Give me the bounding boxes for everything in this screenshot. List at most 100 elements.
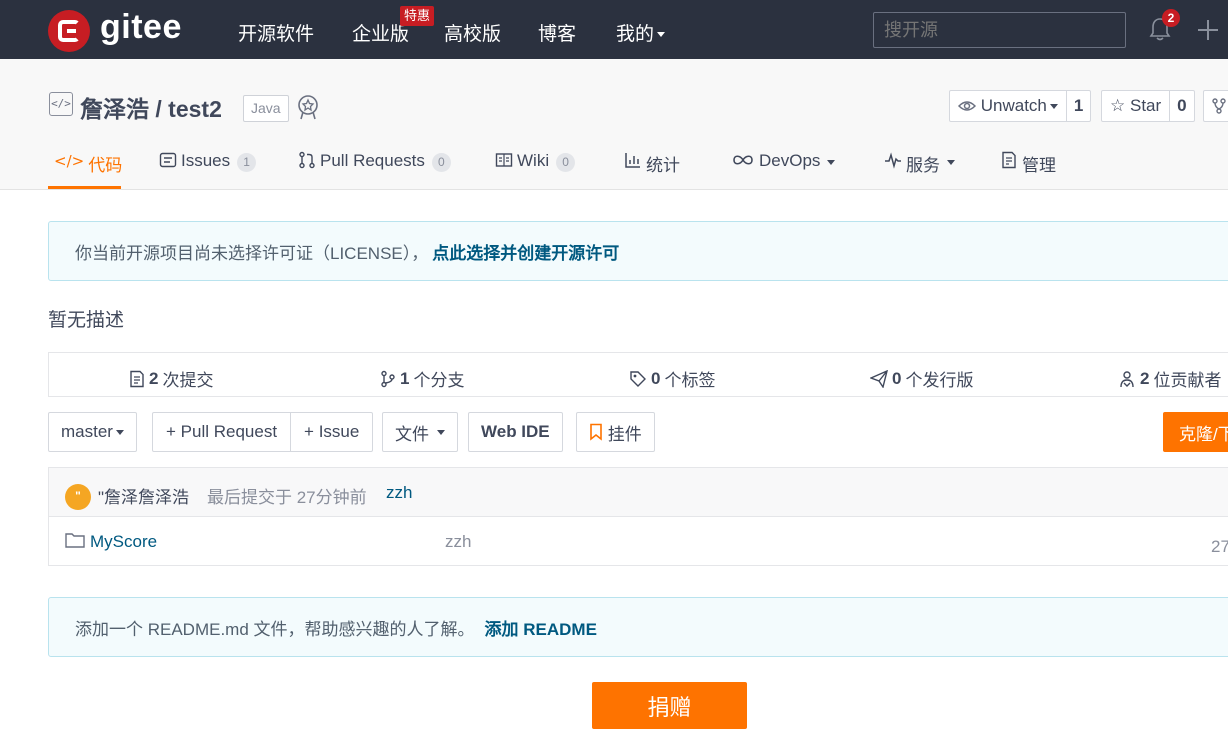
branches-label: 个分支 — [413, 371, 465, 390]
table-row[interactable]: MyScore zzh 27分钟前 — [49, 517, 1228, 567]
fork-button[interactable] — [1203, 90, 1228, 122]
tab-code[interactable]: </> 代码 — [54, 151, 122, 189]
tab-code-label: 代码 — [88, 156, 123, 175]
chevron-down-icon — [436, 429, 445, 435]
star-count[interactable]: 0 — [1169, 91, 1193, 121]
nav-education[interactable]: 高校版 — [444, 19, 501, 46]
file-list: " "詹泽詹泽浩 最后提交于 27分钟前 zzh MyScore zzh 27分… — [48, 467, 1228, 566]
chevron-down-icon — [115, 429, 124, 435]
tags-count: 0 — [651, 368, 661, 388]
releases-count: 0 — [892, 368, 902, 388]
repo-owner-link[interactable]: 詹泽浩 — [80, 96, 149, 122]
chevron-down-icon — [827, 160, 836, 165]
donate-button[interactable]: 捐赠 — [592, 682, 747, 729]
nav-mine-dropdown[interactable]: 我的 — [616, 19, 666, 46]
tab-services[interactable]: 服务 — [884, 151, 955, 189]
tab-issues[interactable]: Issues 1 — [159, 151, 257, 189]
tab-issues-label: Issues — [181, 151, 231, 170]
tab-services-label: 服务 — [906, 156, 940, 175]
license-notice-text: 你当前开源项目尚未选择许可证（LICENSE）， — [75, 243, 429, 263]
contributors-icon — [1120, 370, 1134, 387]
new-issue-button[interactable]: + Issue — [290, 413, 372, 451]
code-icon: </> — [54, 152, 85, 170]
pulse-icon — [885, 152, 901, 169]
search-input[interactable] — [873, 12, 1126, 48]
watch-count[interactable]: 1 — [1065, 91, 1090, 121]
tab-manage[interactable]: 管理 — [1000, 151, 1056, 189]
star-icon: ☆ — [1110, 96, 1126, 115]
readme-notice-text: 添加一个 README.md 文件，帮助感兴趣的人了解。 — [75, 619, 475, 639]
last-commit-row: " "詹泽詹泽浩 最后提交于 27分钟前 zzh — [49, 468, 1228, 517]
repo-name-link[interactable]: test2 — [168, 96, 222, 122]
commits-count: 2 — [149, 368, 159, 388]
file-label: 文件 — [395, 424, 429, 444]
contributors-label: 位贡献者 — [1153, 371, 1222, 390]
create-button-group: + Pull Request + Issue — [152, 412, 374, 452]
commit-message-link[interactable]: "詹泽詹泽浩 — [98, 483, 189, 508]
wiki-icon — [495, 153, 513, 167]
add-readme-link[interactable]: 添加 README — [485, 615, 597, 640]
stat-contributors[interactable]: 2 位贡献者 — [1118, 366, 1221, 391]
nav-mine-label: 我的 — [616, 24, 655, 45]
repo-separator: / — [149, 96, 169, 122]
new-pull-request-button[interactable]: + Pull Request — [153, 413, 290, 451]
repo-description: 暂无描述 — [48, 310, 125, 331]
infinity-icon — [733, 155, 753, 165]
settings-doc-icon — [1002, 151, 1016, 169]
nav-open-source[interactable]: 开源软件 — [238, 19, 314, 46]
code-repo-icon: </> — [49, 92, 73, 116]
language-tag[interactable]: Java — [243, 95, 289, 122]
enterprise-promo-badge: 特惠 — [400, 6, 435, 26]
issues-icon — [159, 152, 177, 168]
tab-wiki[interactable]: Wiki 0 — [495, 151, 576, 189]
plus-icon[interactable] — [1196, 18, 1220, 42]
unwatch-button[interactable]: Unwatch 1 — [949, 90, 1092, 122]
widget-button[interactable]: 挂件 — [576, 412, 655, 452]
tag-icon — [630, 370, 646, 387]
widget-label: 挂件 — [607, 424, 642, 444]
repo-stats-bar: 2 次提交 1 个分支 0 个标签 0 个发行版 2 位贡献者 — [48, 352, 1228, 397]
stat-tags[interactable]: 0 个标签 — [629, 366, 715, 391]
branch-selector[interactable]: master — [48, 412, 137, 452]
pull-request-icon — [299, 151, 315, 169]
unwatch-label: Unwatch — [980, 96, 1047, 115]
gitee-logo-text[interactable]: gitee — [100, 8, 182, 47]
award-badge-icon[interactable] — [296, 94, 320, 120]
tab-pull-requests-label: Pull Requests — [320, 151, 425, 170]
wiki-count: 0 — [556, 153, 576, 172]
bar-chart-icon — [625, 153, 640, 168]
star-button[interactable]: ☆ Star 0 — [1101, 90, 1195, 122]
create-license-link[interactable]: 点此选择并创建开源许可 — [432, 239, 619, 264]
tab-stats[interactable]: 统计 — [624, 151, 680, 189]
folder-icon — [65, 533, 85, 548]
tab-manage-label: 管理 — [1022, 156, 1056, 175]
tab-wiki-label: Wiki — [517, 151, 550, 170]
eye-icon — [958, 101, 976, 111]
file-commit-link[interactable]: zzh — [445, 532, 471, 552]
tab-devops[interactable]: DevOps — [731, 151, 836, 189]
gitee-logo-icon[interactable] — [48, 10, 90, 52]
active-tab-indicator — [48, 186, 121, 189]
tab-stats-label: 统计 — [646, 156, 680, 175]
commits-doc-icon — [130, 370, 144, 387]
clone-download-button[interactable]: 克隆/下载 — [1163, 412, 1228, 452]
chevron-down-icon — [947, 160, 955, 165]
contributors-count: 2 — [1140, 368, 1150, 388]
readme-notice: 添加一个 README.md 文件，帮助感兴趣的人了解。 添加 README — [48, 597, 1228, 657]
stat-releases[interactable]: 0 个发行版 — [870, 366, 973, 391]
stat-branches[interactable]: 1 个分支 — [380, 366, 464, 391]
tab-pull-requests[interactable]: Pull Requests 0 — [298, 151, 451, 189]
file-dropdown-button[interactable]: 文件 — [382, 412, 458, 452]
branch-name: master — [61, 422, 113, 441]
commit-user-link[interactable]: zzh — [386, 483, 412, 503]
star-label: Star — [1129, 96, 1162, 115]
nav-blog[interactable]: 博客 — [538, 19, 576, 46]
commit-time: 最后提交于 27分钟前 — [207, 488, 367, 507]
file-name-link[interactable]: MyScore — [90, 532, 157, 552]
web-ide-button[interactable]: Web IDE — [468, 412, 563, 452]
stat-commits[interactable]: 2 次提交 — [129, 366, 213, 391]
avatar[interactable]: " — [65, 484, 91, 510]
pull-requests-count: 0 — [431, 153, 451, 172]
releases-label: 个发行版 — [905, 371, 974, 390]
fork-icon — [1212, 98, 1226, 114]
